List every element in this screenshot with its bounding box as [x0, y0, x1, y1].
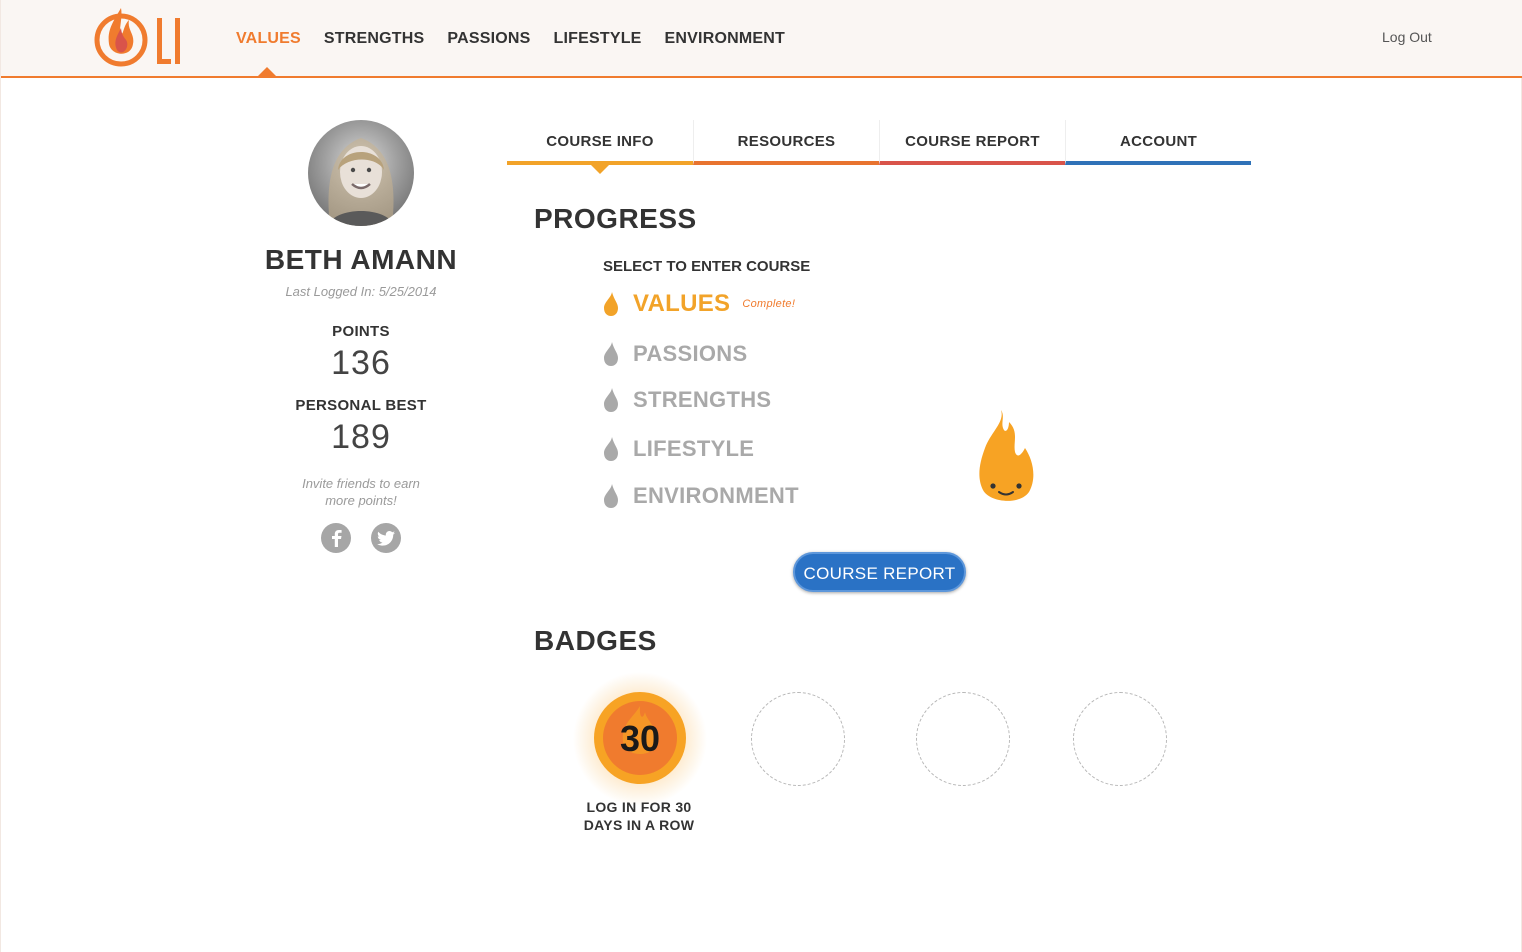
flame-mascot-icon: [979, 410, 1034, 501]
badge-slot-empty[interactable]: [751, 692, 845, 786]
course-label: ENVIRONMENT: [633, 483, 799, 508]
flame-inactive-icon: [604, 388, 618, 412]
course-passions[interactable]: PASSIONS: [603, 341, 747, 367]
flame-inactive-icon: [604, 342, 618, 366]
course-strengths[interactable]: STRENGTHS: [603, 387, 771, 413]
personal-best-value: 189: [331, 418, 391, 456]
badge-label: LOG IN FOR 30 DAYS IN A ROW: [569, 798, 709, 834]
avatar[interactable]: [308, 120, 414, 226]
select-course-label: SELECT TO ENTER COURSE: [603, 258, 811, 275]
tab-course-info[interactable]: COURSE INFO: [507, 120, 693, 165]
invite-text: Invite friends to earn more points!: [302, 476, 420, 508]
last-logged-in: Last Logged In: 5/25/2014: [285, 284, 437, 299]
badge-30-days[interactable]: 30: [573, 672, 707, 806]
nav-passions[interactable]: PASSIONS: [447, 30, 530, 48]
profile-sidebar: BETH AMANN Last Logged In: 5/25/2014 POI…: [251, 120, 471, 553]
tab-account[interactable]: ACCOUNT: [1065, 120, 1251, 165]
course-values[interactable]: VALUES Complete!: [603, 290, 795, 318]
course-label: PASSIONS: [633, 341, 748, 366]
active-tab-pointer: [591, 165, 609, 174]
progress-heading: PROGRESS: [534, 203, 697, 234]
nav-environment[interactable]: ENVIRONMENT: [665, 30, 785, 48]
social-links: [251, 523, 471, 553]
course-environment[interactable]: ENVIRONMENT: [603, 483, 799, 509]
badge-slot-empty[interactable]: [1073, 692, 1167, 786]
badge-number: 30: [619, 718, 661, 759]
flame-inactive-icon: [604, 484, 618, 508]
badges-heading: BADGES: [534, 625, 657, 656]
nav-strengths[interactable]: STRENGTHS: [324, 30, 424, 48]
personal-best-label: PERSONAL BEST: [295, 397, 427, 414]
active-nav-pointer: [258, 67, 276, 76]
badge-label-line-1: LOG IN FOR 30: [586, 799, 692, 815]
flame-complete-icon: [604, 292, 618, 316]
badge-slot-empty[interactable]: [916, 692, 1010, 786]
course-status: Complete!: [742, 298, 796, 310]
badge-label-line-2: DAYS IN A ROW: [583, 817, 695, 833]
tab-resources[interactable]: RESOURCES: [693, 120, 879, 165]
course-tabs: COURSE INFO RESOURCES COURSE REPORT ACCO…: [507, 120, 1251, 165]
course-lifestyle[interactable]: LIFESTYLE: [603, 436, 754, 462]
nav-lifestyle[interactable]: LIFESTYLE: [554, 30, 642, 48]
points-label: POINTS: [332, 323, 390, 340]
course-label: STRENGTHS: [633, 387, 772, 412]
flame-inactive-icon: [604, 437, 618, 461]
course-report-button[interactable]: COURSE REPORT: [793, 552, 966, 592]
nav-values[interactable]: VALUES: [236, 30, 301, 48]
points-value: 136: [331, 344, 391, 382]
top-navigation-bar: VALUES STRENGTHS PASSIONS LIFESTYLE ENVI…: [1, 0, 1522, 78]
tab-course-report[interactable]: COURSE REPORT: [879, 120, 1065, 165]
course-label: VALUES: [633, 290, 731, 317]
logout-link[interactable]: Log Out: [1382, 29, 1432, 45]
facebook-icon[interactable]: [321, 523, 351, 553]
course-label: LIFESTYLE: [633, 436, 755, 461]
main-navigation: VALUES STRENGTHS PASSIONS LIFESTYLE ENVI…: [236, 30, 808, 48]
flame-logo-icon[interactable]: [91, 4, 195, 72]
profile-name: BETH AMANN: [264, 244, 458, 275]
twitter-icon[interactable]: [371, 523, 401, 553]
